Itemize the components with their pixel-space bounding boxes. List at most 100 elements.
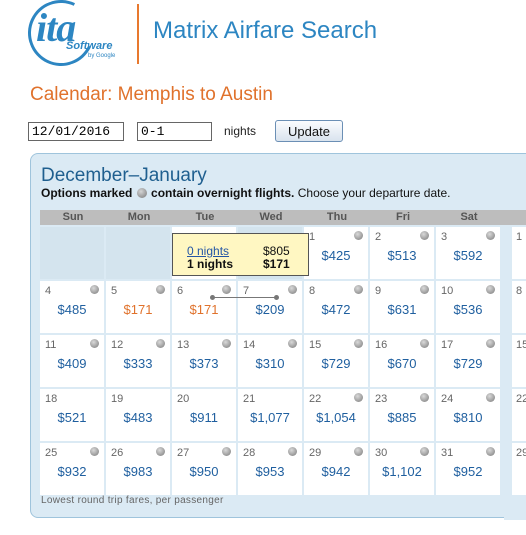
fare-price[interactable]: $1,102 — [370, 464, 434, 479]
fare-price[interactable]: $983 — [106, 464, 170, 479]
day-cell[interactable]: 5 $171 — [106, 281, 170, 333]
day-cell[interactable]: 26 $983 — [106, 443, 170, 495]
fare-price[interactable]: $373 — [172, 356, 236, 371]
day-cell[interactable]: 23 $885 — [370, 389, 434, 441]
day-cell[interactable]: 14 $310 — [238, 335, 302, 387]
fare-price[interactable]: $1,077 — [238, 410, 302, 425]
fare-price[interactable]: $953 — [238, 464, 302, 479]
fare-price[interactable]: $513 — [370, 248, 434, 263]
day-cell[interactable]: 18 $521 — [40, 389, 104, 441]
day-cell[interactable]: 29 $942 — [304, 443, 368, 495]
day-cell[interactable]: 10 $536 — [436, 281, 500, 333]
fare-price[interactable]: $942 — [304, 464, 368, 479]
day-cell[interactable]: 31 $952 — [436, 443, 500, 495]
day-number: 13 — [177, 339, 190, 351]
day-cell[interactable]: 25 $932 — [40, 443, 104, 495]
fare-price[interactable]: $950 — [172, 464, 236, 479]
day-number: 15 — [309, 339, 322, 351]
day-cell[interactable]: 21 $1,077 — [238, 389, 302, 441]
fare-price[interactable]: $536 — [436, 302, 500, 317]
day-number: 28 — [243, 447, 256, 459]
fare-price[interactable]: $485 — [40, 302, 104, 317]
fare-price[interactable]: $425 — [304, 248, 368, 263]
stay-range-start-dot — [210, 295, 215, 300]
day-cell[interactable]: 6 $171 — [172, 281, 236, 333]
day-number: 9 — [375, 285, 382, 297]
fare-price[interactable]: $1,054 — [304, 410, 368, 425]
day-cell[interactable]: 24 $810 — [436, 389, 500, 441]
fare-price[interactable]: $952 — [436, 464, 500, 479]
tooltip-0-nights-link[interactable]: 0 nights — [187, 244, 229, 258]
weekday-thu: Thu — [326, 211, 348, 223]
fare-price[interactable]: $911 — [172, 410, 236, 425]
next-month-day-number: 1 — [516, 231, 523, 243]
tooltip-0-nights-price: $805 — [263, 244, 290, 258]
overnight-icon — [222, 339, 231, 348]
fare-price[interactable]: $171 — [106, 302, 170, 317]
day-cell[interactable]: 7 $209 — [238, 281, 302, 333]
weekday-wed: Wed — [259, 211, 283, 223]
day-cell[interactable]: 22 $1,054 — [304, 389, 368, 441]
fare-price[interactable]: $729 — [304, 356, 368, 371]
departure-date-input[interactable] — [28, 122, 124, 141]
fare-price[interactable]: $333 — [106, 356, 170, 371]
overnight-legend: Options marked contain overnight flights… — [41, 186, 451, 200]
fare-price[interactable]: $810 — [436, 410, 500, 425]
fare-price[interactable]: $729 — [436, 356, 500, 371]
day-number: 24 — [441, 393, 454, 405]
day-cell[interactable]: 11 $409 — [40, 335, 104, 387]
overnight-icon — [156, 339, 165, 348]
day-cell[interactable]: 27 $950 — [172, 443, 236, 495]
day-number: 31 — [441, 447, 454, 459]
day-cell[interactable]: 28 $953 — [238, 443, 302, 495]
day-cell[interactable]: 30 $1,102 — [370, 443, 434, 495]
day-number: 14 — [243, 339, 256, 351]
overnight-icon — [354, 447, 363, 456]
day-cell[interactable]: 17 $729 — [436, 335, 500, 387]
fare-price[interactable]: $171 — [172, 302, 236, 317]
weekday-mon: Mon — [127, 211, 151, 223]
weekday-tue: Tue — [195, 211, 215, 223]
day-cell[interactable]: 3 $592 — [436, 227, 500, 279]
fare-price[interactable]: $521 — [40, 410, 104, 425]
fare-price[interactable]: $885 — [370, 410, 434, 425]
fare-price[interactable]: $409 — [40, 356, 104, 371]
overnight-icon — [420, 393, 429, 402]
fare-price[interactable]: $631 — [370, 302, 434, 317]
day-cell[interactable]: 4 $485 — [40, 281, 104, 333]
day-number: 16 — [375, 339, 388, 351]
fare-price[interactable]: $932 — [40, 464, 104, 479]
overnight-icon — [420, 231, 429, 240]
fare-tooltip: 0 nights $805 1 nights $171 — [172, 233, 309, 276]
fare-price[interactable]: $592 — [436, 248, 500, 263]
overnight-icon — [354, 285, 363, 294]
fare-price[interactable]: $310 — [238, 356, 302, 371]
update-button[interactable]: Update — [275, 120, 343, 142]
overnight-icon — [486, 231, 495, 240]
day-cell[interactable]: 2 $513 — [370, 227, 434, 279]
day-cell[interactable]: 9 $631 — [370, 281, 434, 333]
weekday-fri: Fri — [395, 211, 411, 223]
day-cell[interactable]: 15 $729 — [304, 335, 368, 387]
fare-price[interactable]: $483 — [106, 410, 170, 425]
logo-software-text: Software — [66, 40, 113, 52]
day-cell[interactable]: 8 $472 — [304, 281, 368, 333]
day-number: 1 — [309, 231, 316, 243]
nights-label: nights — [224, 124, 257, 138]
day-number: 17 — [441, 339, 454, 351]
nights-input[interactable] — [137, 122, 212, 141]
fare-price[interactable]: $670 — [370, 356, 434, 371]
day-cell[interactable]: 13 $373 — [172, 335, 236, 387]
fare-price[interactable]: $472 — [304, 302, 368, 317]
fare-price[interactable]: $209 — [238, 302, 302, 317]
day-number: 19 — [111, 393, 124, 405]
day-cell[interactable]: 16 $670 — [370, 335, 434, 387]
overnight-icon — [156, 447, 165, 456]
day-cell[interactable]: 1 $425 — [304, 227, 368, 279]
day-cell[interactable]: 20 $911 — [172, 389, 236, 441]
day-cell[interactable]: 12 $333 — [106, 335, 170, 387]
day-number: 7 — [243, 285, 250, 297]
day-cell[interactable]: 19 $483 — [106, 389, 170, 441]
tooltip-1-nights-price: $171 — [263, 257, 290, 271]
weekday-sat: Sat — [460, 211, 478, 223]
